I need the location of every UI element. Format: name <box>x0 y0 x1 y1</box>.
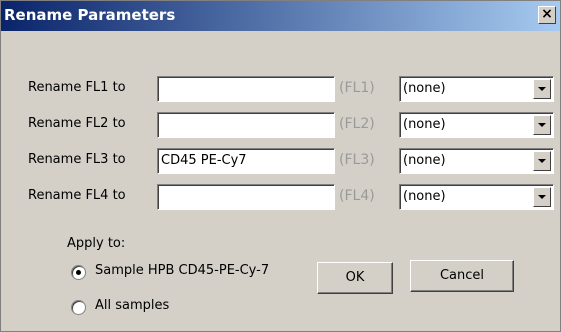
param-select-fl1[interactable]: (none) <box>399 76 554 102</box>
param-select-value-fl4: (none) <box>403 189 446 204</box>
param-label-fl1: Rename FL1 to <box>28 80 126 95</box>
param-label-fl3: Rename FL3 to <box>28 152 126 167</box>
radio-selected-icon[interactable] <box>71 265 86 280</box>
param-select-value-fl3: (none) <box>403 153 446 168</box>
param-select-fl3[interactable]: (none) <box>399 148 554 174</box>
param-hint-fl4: (FL4) <box>339 188 375 204</box>
chevron-down-icon[interactable] <box>533 79 551 99</box>
param-hint-fl3: (FL3) <box>339 152 375 168</box>
param-hint-fl1: (FL1) <box>339 80 375 96</box>
param-input-fl3[interactable]: CD45 PE-Cy7 <box>157 148 335 174</box>
param-input-fl4[interactable] <box>157 184 335 210</box>
radio-all-samples-label[interactable]: All samples <box>95 298 169 313</box>
chevron-down-icon[interactable] <box>533 151 551 171</box>
param-hint-fl2: (FL2) <box>339 116 375 132</box>
radio-unselected-icon[interactable] <box>71 300 86 315</box>
param-select-value-fl1: (none) <box>403 81 446 96</box>
param-input-fl1[interactable] <box>157 76 335 102</box>
param-label-fl2: Rename FL2 to <box>28 116 126 131</box>
close-button[interactable]: × <box>538 6 556 24</box>
title-bar[interactable]: Rename Parameters × <box>1 1 560 31</box>
rename-parameters-dialog: Rename Parameters × Rename FL1 to (FL1) … <box>0 0 561 332</box>
param-row-fl1: Rename FL1 to (FL1) (none) <box>1 74 561 104</box>
param-select-value-fl2: (none) <box>403 117 446 132</box>
apply-to-label: Apply to: <box>67 236 126 251</box>
param-input-fl2[interactable] <box>157 112 335 138</box>
chevron-down-icon[interactable] <box>533 187 551 207</box>
cancel-button[interactable]: Cancel <box>410 260 514 292</box>
param-row-fl4: Rename FL4 to (FL4) (none) <box>1 182 561 212</box>
param-row-fl3: Rename FL3 to CD45 PE-Cy7 (FL3) (none) <box>1 146 561 176</box>
ok-button[interactable]: OK <box>317 262 393 294</box>
dialog-title: Rename Parameters <box>4 6 176 24</box>
radio-sample-label[interactable]: Sample HPB CD45-PE-Cy-7 <box>95 263 269 278</box>
close-icon: × <box>541 6 553 22</box>
param-label-fl4: Rename FL4 to <box>28 188 126 203</box>
param-select-fl2[interactable]: (none) <box>399 112 554 138</box>
param-select-fl4[interactable]: (none) <box>399 184 554 210</box>
chevron-down-icon[interactable] <box>533 115 551 135</box>
param-row-fl2: Rename FL2 to (FL2) (none) <box>1 110 561 140</box>
